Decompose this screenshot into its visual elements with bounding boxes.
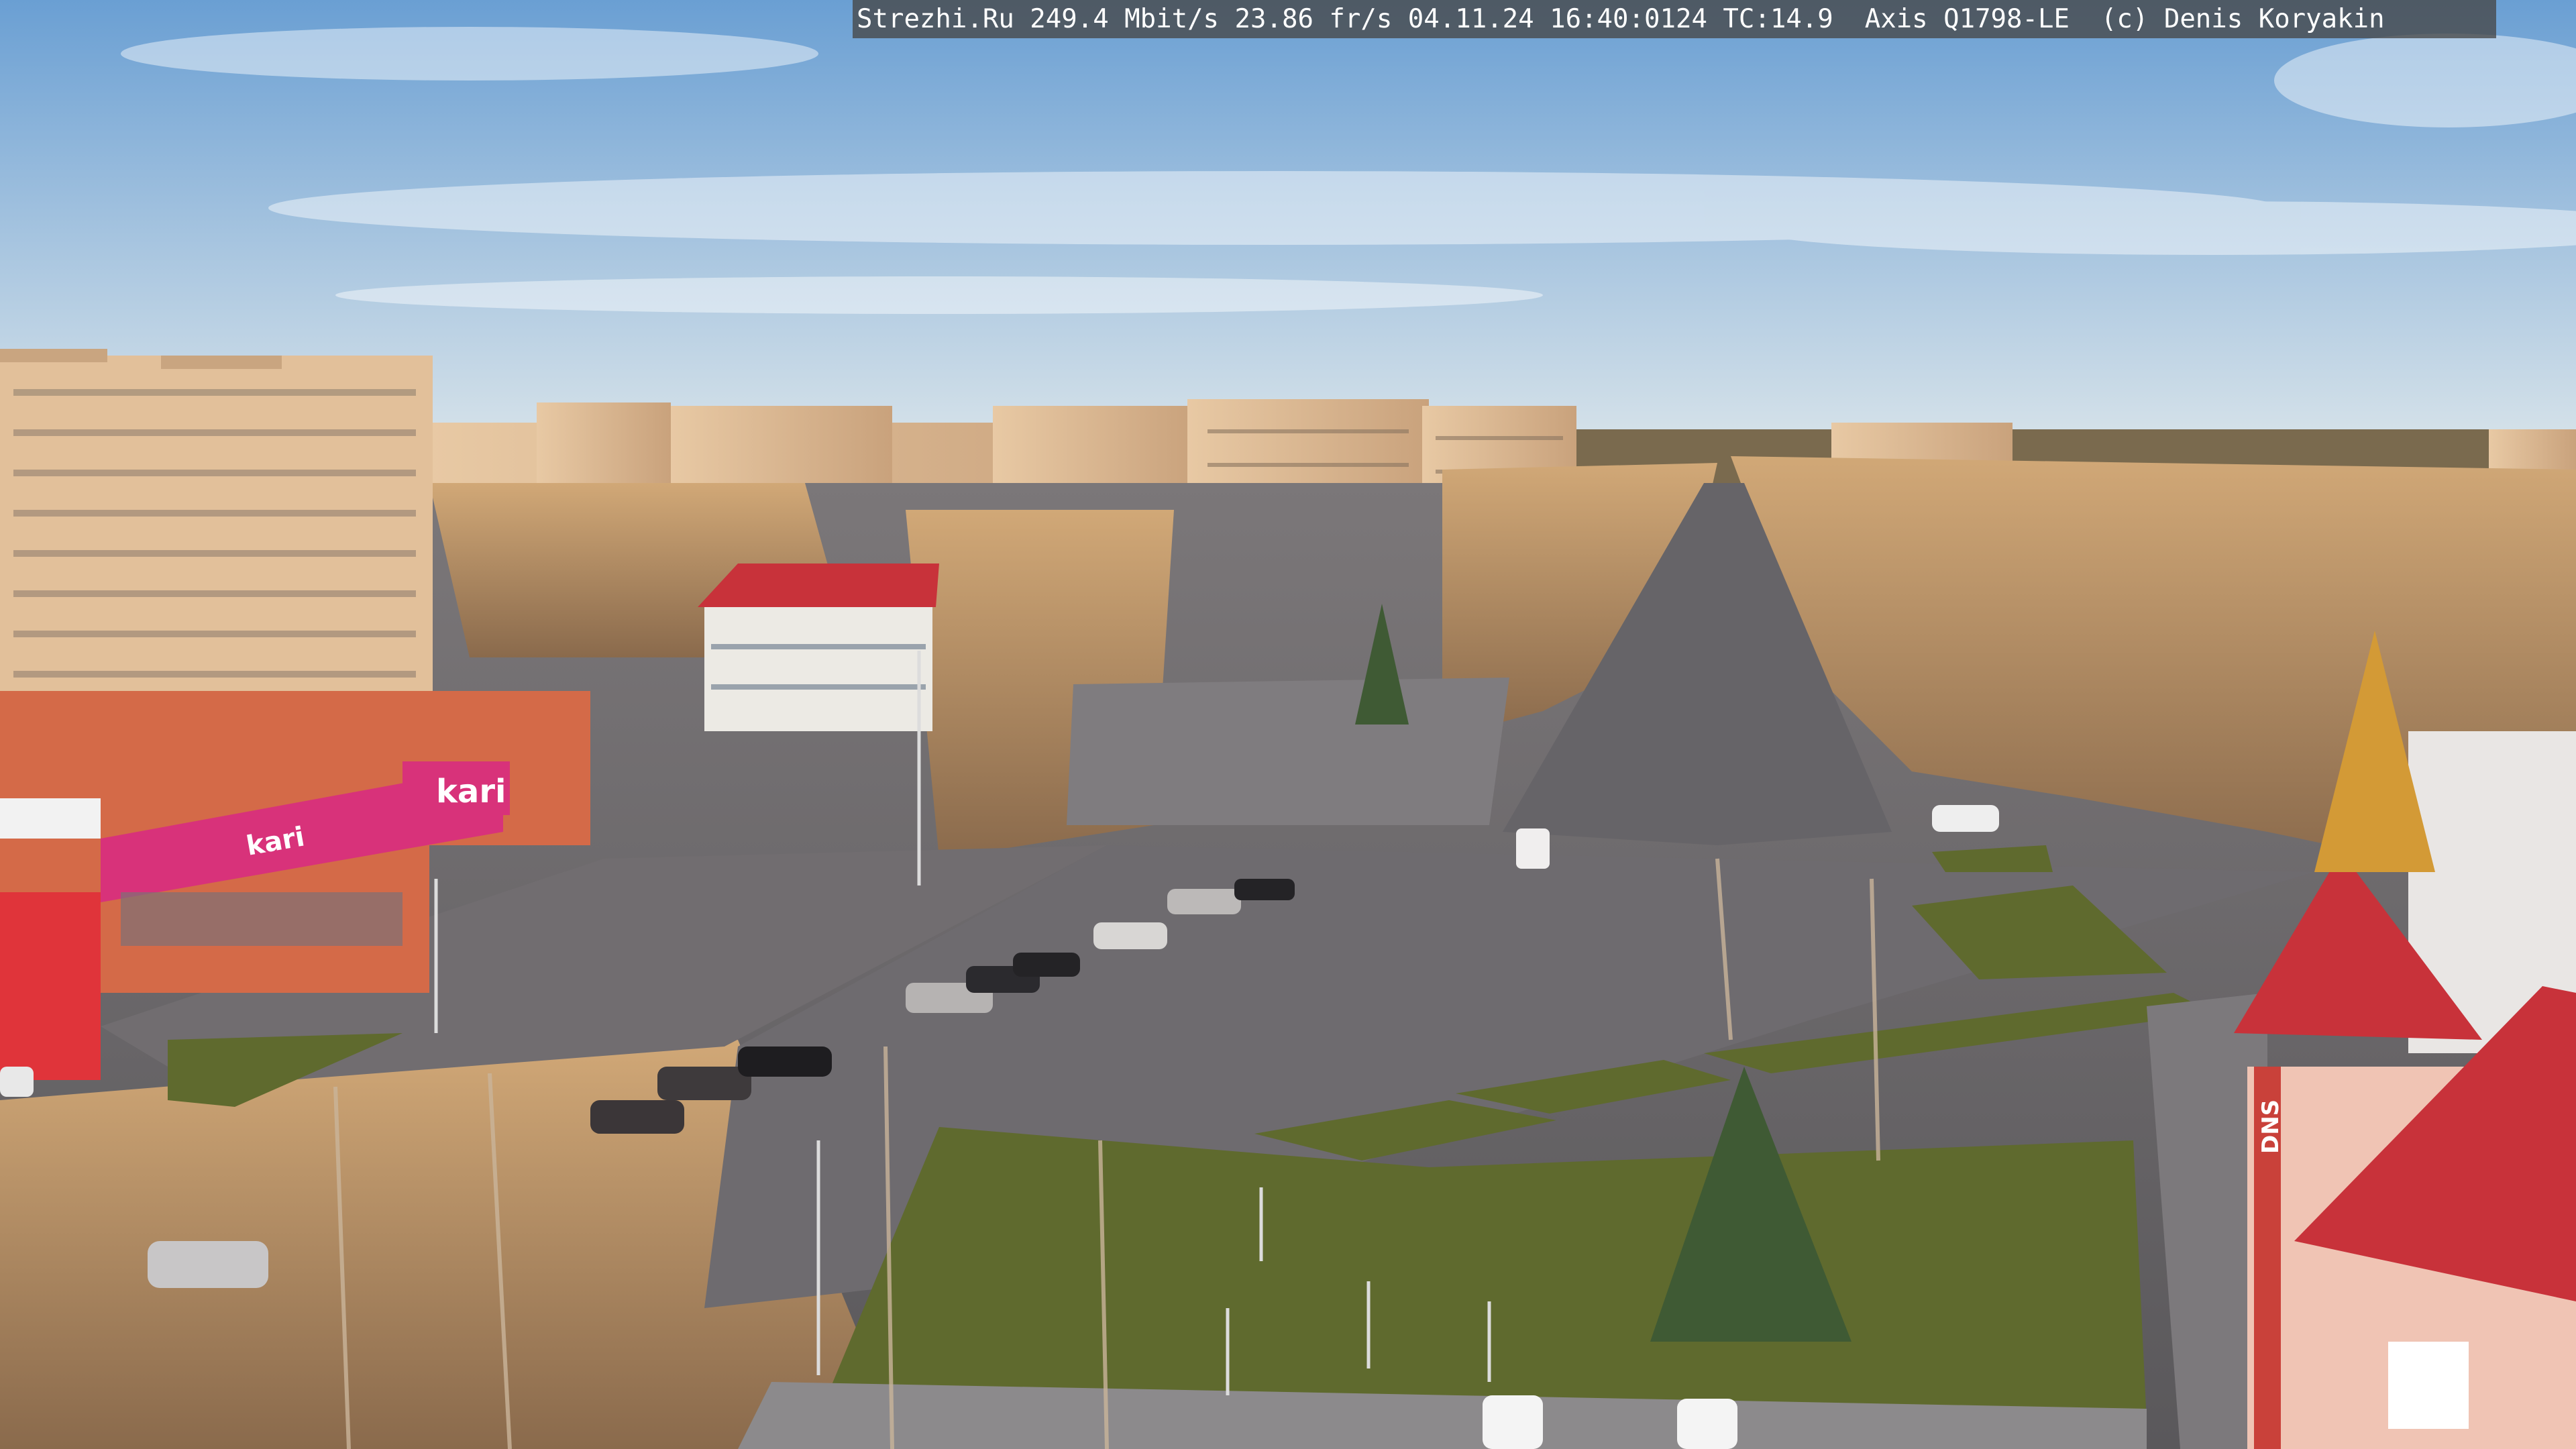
kari-sign: kari bbox=[436, 773, 506, 810]
red-roof-house bbox=[698, 564, 939, 731]
camera-info-overlay: Strezhi.Ru 249.4 Mbit/s 23.86 fr/s 04.11… bbox=[853, 0, 2496, 38]
dns-sign: DNS bbox=[2257, 1099, 2284, 1154]
plaza bbox=[1067, 678, 1509, 825]
webcam-frame: kari kari DNS Strezhi.Ru 249.4 Mbit/s 23… bbox=[0, 0, 2576, 1449]
city-street-scene: kari kari DNS bbox=[0, 0, 2576, 1449]
